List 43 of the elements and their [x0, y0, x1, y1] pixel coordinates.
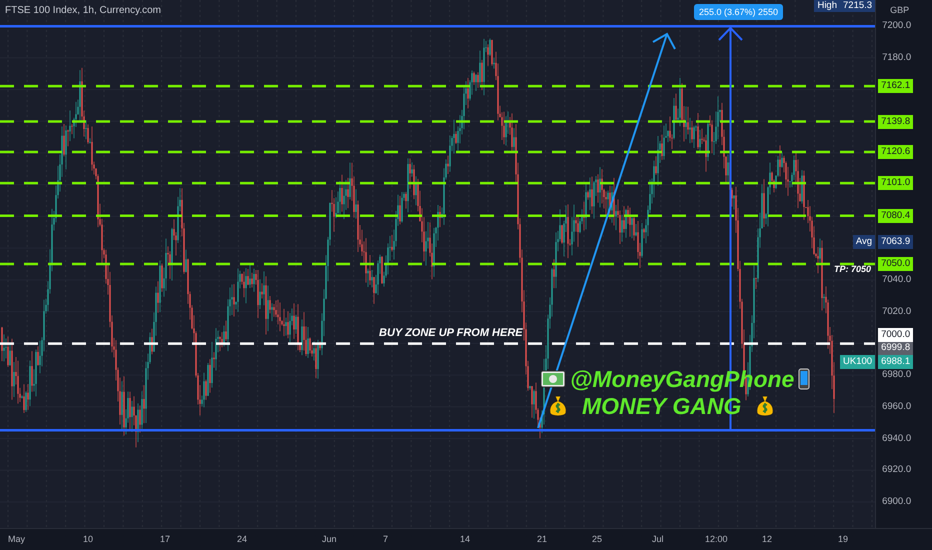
time-tick: Jul — [652, 534, 664, 544]
average-label: Avg — [852, 234, 876, 249]
symbol-label: UK100 — [840, 355, 876, 370]
measure-label: 255.0 (3.67%) 2550 — [694, 4, 784, 20]
time-tick: Jun — [322, 534, 337, 544]
money-bag-icon — [755, 394, 776, 418]
time-tick: 19 — [838, 534, 848, 544]
time-tick: 24 — [237, 534, 248, 544]
price-tag: 6988.1 — [878, 355, 914, 370]
money-bag-icon — [548, 394, 568, 418]
time-tick: 14 — [460, 534, 470, 544]
price-tag: 7120.6 — [878, 144, 914, 159]
price-tick: 6940.0 — [882, 432, 912, 446]
price-tick: 7200.0 — [882, 19, 912, 33]
price-tag: 7063.9 — [878, 234, 914, 249]
take-profit-label: TP: 7050 — [834, 264, 872, 274]
price-tick: 7020.0 — [882, 304, 912, 319]
time-tick: 10 — [83, 534, 94, 544]
zone-label: BUY ZONE UP FROM HERE — [379, 327, 523, 339]
price-tick: 6960.0 — [882, 400, 912, 414]
price-tick: 7180.0 — [882, 50, 912, 65]
price-tag: 7139.8 — [878, 114, 914, 129]
time-tick: 12:00 — [705, 534, 728, 544]
time-tick: 12 — [762, 534, 772, 544]
price-tick: 6900.0 — [882, 495, 912, 509]
time-tick: 17 — [160, 534, 170, 544]
chart-title: FTSE 100 Index, 1h, Currency.com — [5, 5, 161, 16]
price-tick: 7040.0 — [882, 272, 912, 287]
high-price: 7215.3 — [840, 0, 876, 12]
price-tag: 7162.1 — [878, 79, 914, 94]
time-tick: 25 — [592, 534, 602, 544]
time-tick: 21 — [537, 534, 548, 544]
price-tag: 7080.4 — [878, 208, 914, 223]
price-tag: 7050.0 — [878, 257, 914, 271]
time-tick: 7 — [383, 534, 388, 544]
price-tick: 6980.0 — [882, 368, 912, 382]
time-tick: May — [8, 534, 26, 544]
currency-label: GBP — [890, 5, 910, 15]
phone-icon — [798, 368, 810, 390]
price-tick: 6920.0 — [882, 463, 912, 478]
price-tag: 7101.0 — [878, 176, 914, 190]
price-tag: 7000.0 — [878, 328, 914, 342]
high-label: High — [814, 0, 840, 12]
